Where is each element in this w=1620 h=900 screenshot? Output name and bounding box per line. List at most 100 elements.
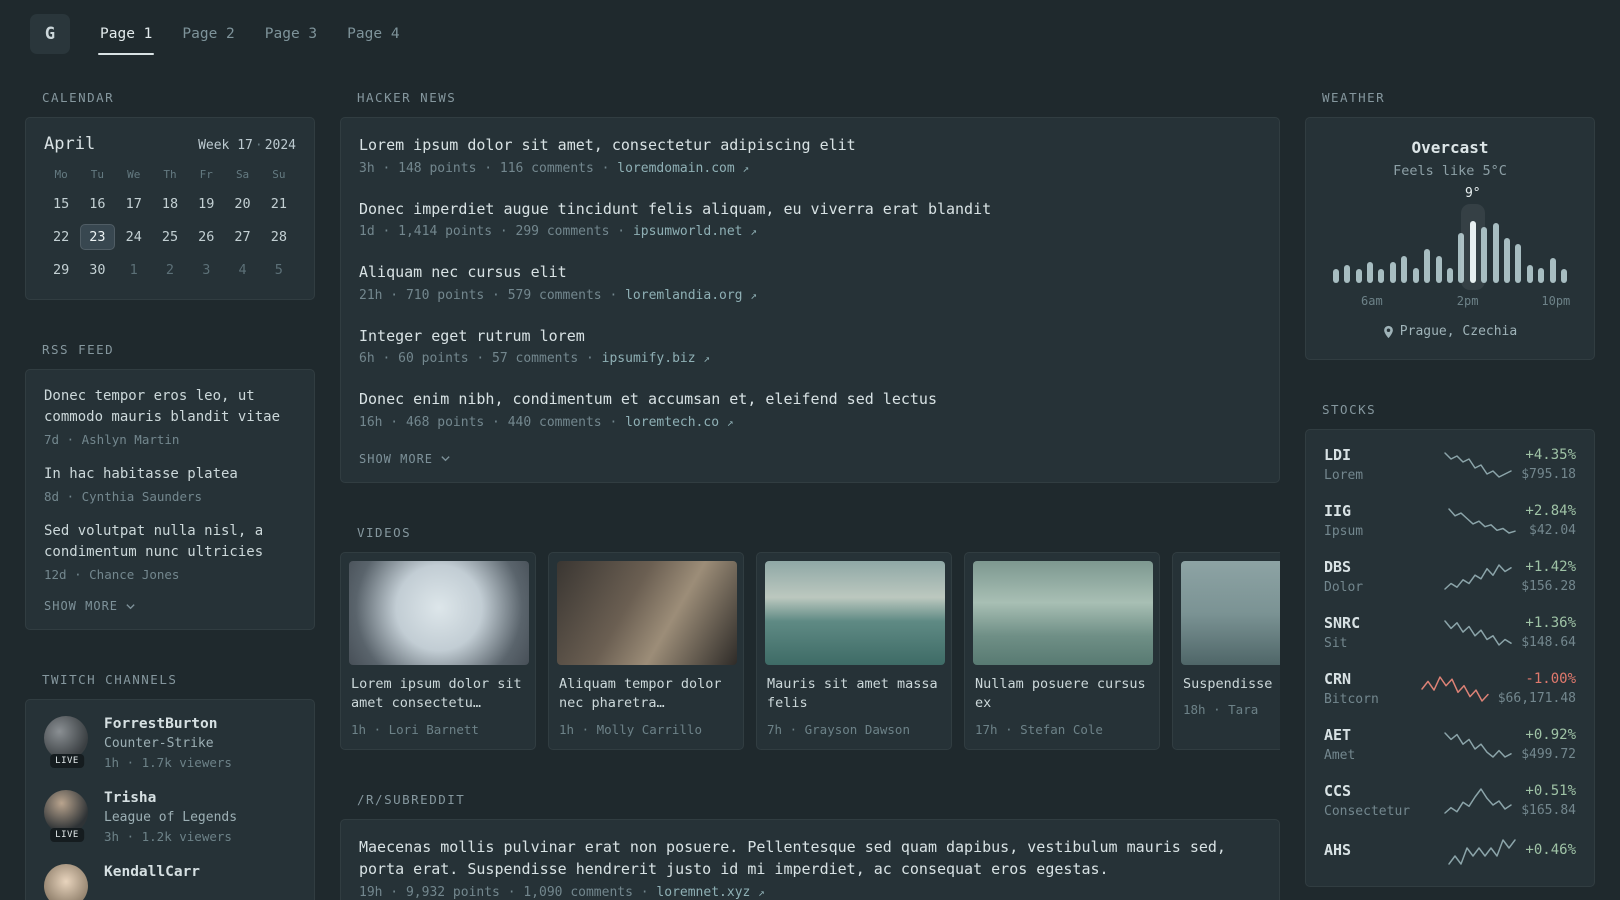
channel-info: ForrestBurton Counter-Strike 1h · 1.7k v… [104,716,232,770]
rss-show-more-button[interactable]: SHOW MORE [44,599,136,613]
channel-avatar[interactable]: LIVE [44,864,90,900]
twitch-channel-row[interactable]: LIVE KendallCarr [44,864,296,900]
hn-item-domain-link[interactable]: loremdomain.com ↗ [617,161,749,176]
page-tab[interactable]: Page 1 [98,0,155,68]
stock-price: $499.72 [1521,747,1576,762]
stock-row[interactable]: AHS +0.46% [1324,838,1576,866]
calendar-day-of-week: Th [163,168,177,181]
video-title[interactable]: Mauris sit amet massa felis [767,675,941,714]
video-thumbnail[interactable] [973,560,1153,665]
rss-item-title[interactable]: Donec tempor eros leo, ut commodo mauris… [44,386,296,428]
stock-row[interactable]: DBS Dolor +1.42% $156.28 [1324,558,1576,595]
hn-item-title[interactable]: Donec imperdiet augue tincidunt felis al… [359,198,1261,221]
weather-location: Prague, Czechia [1324,324,1576,339]
video-card[interactable]: Nullam posuere cursus ex 17h · Stefan Co… [964,551,1160,750]
video-card[interactable]: Aliquam tempor dolor nec pharetra… 1h · … [548,551,744,750]
weather-bar [1332,269,1339,283]
stock-row[interactable]: LDI Lorem +4.35% $795.18 [1324,446,1576,483]
weather-widget: WEATHER Overcast Feels like 5°C 9° 6am 2… [1305,90,1595,360]
external-link-icon: ↗ [758,885,765,899]
hn-item-title[interactable]: Donec enim nibh, condimentum et accumsan… [359,388,1261,411]
weather-bar-column [1421,213,1432,283]
hackernews-card: Lorem ipsum dolor sit amet, consectetur … [340,117,1280,483]
rss-item-title[interactable]: In hac habitasse platea [44,464,296,485]
stock-name: Consectetur [1324,804,1411,819]
video-thumbnail[interactable] [349,560,529,665]
hn-item-domain-link[interactable]: loremtech.co ↗ [625,415,733,430]
channel-avatar[interactable]: LIVE [44,716,90,768]
subreddit-post-stats: 19h · 9,932 points · 1,090 comments · [359,884,657,900]
twitch-channel-row[interactable]: LIVE Trisha League of Legends 3h · 1.2k … [44,790,296,844]
stock-row[interactable]: SNRC Sit +1.36% $148.64 [1324,614,1576,651]
video-title[interactable]: Lorem ipsum dolor sit amet consectetu… [351,675,525,714]
subreddit-post-title[interactable]: Maecenas mollis pulvinar erat non posuer… [359,836,1261,881]
subreddit-post-domain-link[interactable]: loremnet.xyz ↗ [656,885,764,900]
weather-bar-column [1501,213,1512,283]
stock-change: -1.00% [1525,671,1576,687]
page-tab[interactable]: Page 2 [180,0,236,68]
stock-sparkline [1448,839,1517,865]
stock-symbol: DBS [1324,558,1352,576]
weather-bar-column [1399,213,1410,283]
twitch-channel-row[interactable]: LIVE ForrestBurton Counter-Strike 1h · 1… [44,716,296,770]
video-thumbnail[interactable] [1181,560,1280,665]
video-title[interactable]: Nullam posuere cursus ex [975,675,1149,714]
hn-item-domain-link[interactable]: ipsumify.biz ↗ [602,351,710,366]
calendar-widget-header: CALENDAR [42,90,115,105]
hn-item-title[interactable]: Aliquam nec cursus elit [359,261,1261,284]
hn-item-domain-link[interactable]: ipsumworld.net ↗ [633,224,757,239]
stock-change: +1.42% [1525,559,1576,575]
twitch-widget-header: TWITCH CHANNELS [42,672,178,687]
stock-identity: CCS Consectetur [1324,782,1435,819]
channel-name[interactable]: ForrestBurton [104,716,232,732]
stock-name: Lorem [1324,468,1364,483]
subreddit-widget-header: /R/SUBREDDIT [357,791,466,807]
hn-item-stats: 21h · 710 points · 579 comments · [359,287,626,303]
stock-change: +4.35% [1525,447,1576,463]
weather-condition: Overcast [1411,138,1489,157]
page-tab[interactable]: Page 3 [263,0,319,68]
channel-name[interactable]: Trisha [104,790,237,806]
stock-row[interactable]: CCS Consectetur +0.51% $165.84 [1324,782,1576,819]
video-meta: 17h · Stefan Cole [975,721,1103,737]
hn-item-title[interactable]: Lorem ipsum dolor sit amet, consectetur … [359,134,1261,157]
stock-row[interactable]: CRN Bitcorn -1.00% $66,171.48 [1324,670,1576,707]
page-tab[interactable]: Page 4 [345,0,401,68]
video-thumbnail[interactable] [557,560,737,665]
calendar-day: 24 [125,229,142,245]
stock-identity: AET Amet [1324,726,1435,763]
video-card[interactable]: Suspendisse diam 18h · Tara [1172,551,1280,750]
calendar-day: 5 [274,262,283,278]
rss-item-title[interactable]: Sed volutpat nulla nisl, a condimentum n… [44,521,296,563]
hn-item-domain-link[interactable]: loremlandia.org ↗ [625,288,757,303]
weather-bar [1538,267,1545,283]
live-badge: LIVE [50,828,84,842]
stock-row[interactable]: AET Amet +0.92% $499.72 [1324,726,1576,763]
stock-sparkline [1444,451,1512,478]
video-thumbnail[interactable] [765,560,945,665]
video-card[interactable]: Mauris sit amet massa felis 7h · Grayson… [756,551,952,750]
stock-sparkline [1444,731,1512,758]
video-title[interactable]: Aliquam tempor dolor nec pharetra… [559,675,733,714]
stock-sparkline [1444,563,1512,590]
weather-times: 6am 2pm 10pm [1324,294,1576,309]
stock-symbol: CRN [1324,670,1352,688]
hn-item-title[interactable]: Integer eget rutrum lorem [359,325,1261,348]
video-title[interactable]: Suspendisse diam [1183,675,1280,695]
stock-name: Dolor [1324,580,1364,595]
left-column: CALENDAR April Week 17 · 2024 Mo Tu We Th [25,90,315,900]
weather-location-label: Prague, Czechia [1399,324,1518,339]
weather-bar-column [1433,213,1444,283]
calendar-day: 29 [53,262,70,278]
stock-name: Sit [1324,636,1348,651]
channel-avatar[interactable]: LIVE [44,790,90,842]
app-logo[interactable]: G [30,14,70,54]
weather-bar [1401,256,1408,283]
stock-row[interactable]: IIG Ipsum +2.84% $42.04 [1324,502,1576,539]
video-card[interactable]: Lorem ipsum dolor sit amet consectetu… 1… [340,551,536,750]
channel-name[interactable]: KendallCarr [104,864,200,880]
videos-widget: VIDEOS Lorem ipsum dolor sit amet consec… [340,525,1280,750]
hackernews-show-more-button[interactable]: SHOW MORE [359,452,451,466]
weather-bar [1469,221,1476,283]
calendar-card: April Week 17 · 2024 Mo Tu We Th Fr Sa S… [25,117,315,300]
